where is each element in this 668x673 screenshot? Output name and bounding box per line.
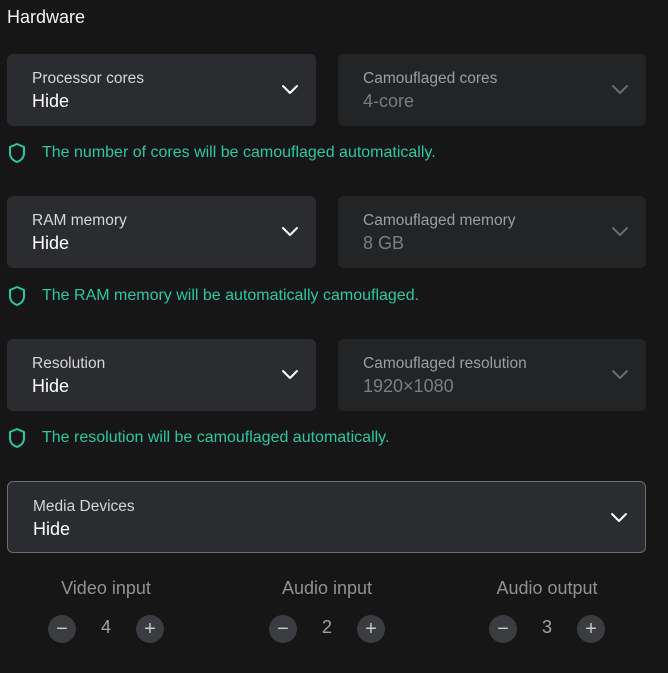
chevron-down-icon: [280, 222, 300, 242]
camouflaged-memory-value: 8 GB: [363, 233, 405, 253]
shield-icon: [7, 285, 27, 307]
audio-output-count: 3: [541, 617, 552, 637]
camouflaged-memory-select[interactable]: Camouflaged memory 8 GB: [338, 196, 646, 268]
processor-cores-select[interactable]: Processor cores Hide: [7, 54, 316, 126]
camouflaged-resolution-value: 1920×1080: [363, 376, 454, 396]
minus-icon[interactable]: −: [489, 615, 517, 643]
cores-info-text: The number of cores will be camouflaged …: [42, 144, 436, 161]
video-input-label: Video input: [61, 578, 151, 598]
minus-icon[interactable]: −: [48, 615, 76, 643]
processor-cores-label: Processor cores: [32, 70, 144, 87]
chevron-down-icon: [610, 365, 630, 385]
cores-info: The number of cores will be camouflaged …: [7, 142, 647, 166]
ram-memory-label: RAM memory: [32, 212, 127, 229]
resolution-value: Hide: [32, 376, 70, 396]
ram-info-text: The RAM memory will be automatically cam…: [42, 287, 420, 304]
camouflaged-cores-select[interactable]: Camouflaged cores 4-core: [338, 54, 646, 126]
camouflaged-resolution-select[interactable]: Camouflaged resolution 1920×1080: [338, 339, 646, 411]
plus-icon[interactable]: +: [136, 615, 164, 643]
media-devices-value: Hide: [33, 519, 71, 539]
media-devices-select[interactable]: Media Devices Hide: [7, 481, 646, 553]
camouflaged-memory-label: Camouflaged memory: [363, 212, 516, 229]
chevron-down-icon: [610, 222, 630, 242]
chevron-down-icon: [609, 508, 629, 528]
audio-input-stepper: − 2 +: [269, 615, 385, 645]
video-input-group: Video input − 4 +: [6, 578, 206, 645]
chevron-down-icon: [280, 80, 300, 100]
ram-row: RAM memory Hide Camouflaged memory 8 GB: [7, 196, 646, 268]
resolution-row: Resolution Hide Camouflaged resolution 1…: [7, 339, 646, 411]
media-devices-label: Media Devices: [33, 498, 135, 515]
audio-input-label: Audio input: [281, 578, 373, 598]
video-input-stepper: − 4 +: [48, 615, 164, 645]
ram-memory-select[interactable]: RAM memory Hide: [7, 196, 316, 268]
shield-icon: [7, 142, 27, 164]
resolution-select[interactable]: Resolution Hide: [7, 339, 316, 411]
audio-input-count: 2: [321, 617, 332, 637]
chevron-down-icon: [280, 365, 300, 385]
cores-row: Processor cores Hide Camouflaged cores 4…: [7, 54, 646, 126]
ram-memory-value: Hide: [32, 233, 70, 253]
audio-output-stepper: − 3 +: [489, 615, 605, 645]
resolution-info: The resolution will be camouflaged autom…: [7, 427, 647, 451]
resolution-label: Resolution: [32, 355, 106, 372]
audio-output-label: Audio output: [496, 578, 598, 598]
audio-output-group: Audio output − 3 +: [447, 578, 647, 645]
plus-icon[interactable]: +: [357, 615, 385, 643]
camouflaged-cores-value: 4-core: [363, 91, 415, 111]
section-title: Hardware: [7, 7, 86, 27]
camouflaged-cores-label: Camouflaged cores: [363, 70, 498, 87]
shield-icon: [7, 427, 27, 449]
resolution-info-text: The resolution will be camouflaged autom…: [42, 429, 390, 446]
plus-icon[interactable]: +: [577, 615, 605, 643]
processor-cores-value: Hide: [32, 91, 70, 111]
camouflaged-resolution-label: Camouflaged resolution: [363, 355, 527, 372]
video-input-count: 4: [100, 617, 111, 637]
chevron-down-icon: [610, 80, 630, 100]
ram-info: The RAM memory will be automatically cam…: [7, 285, 647, 309]
media-devices-row: Media Devices Hide: [7, 481, 646, 553]
minus-icon[interactable]: −: [269, 615, 297, 643]
audio-input-group: Audio input − 2 +: [227, 578, 427, 645]
